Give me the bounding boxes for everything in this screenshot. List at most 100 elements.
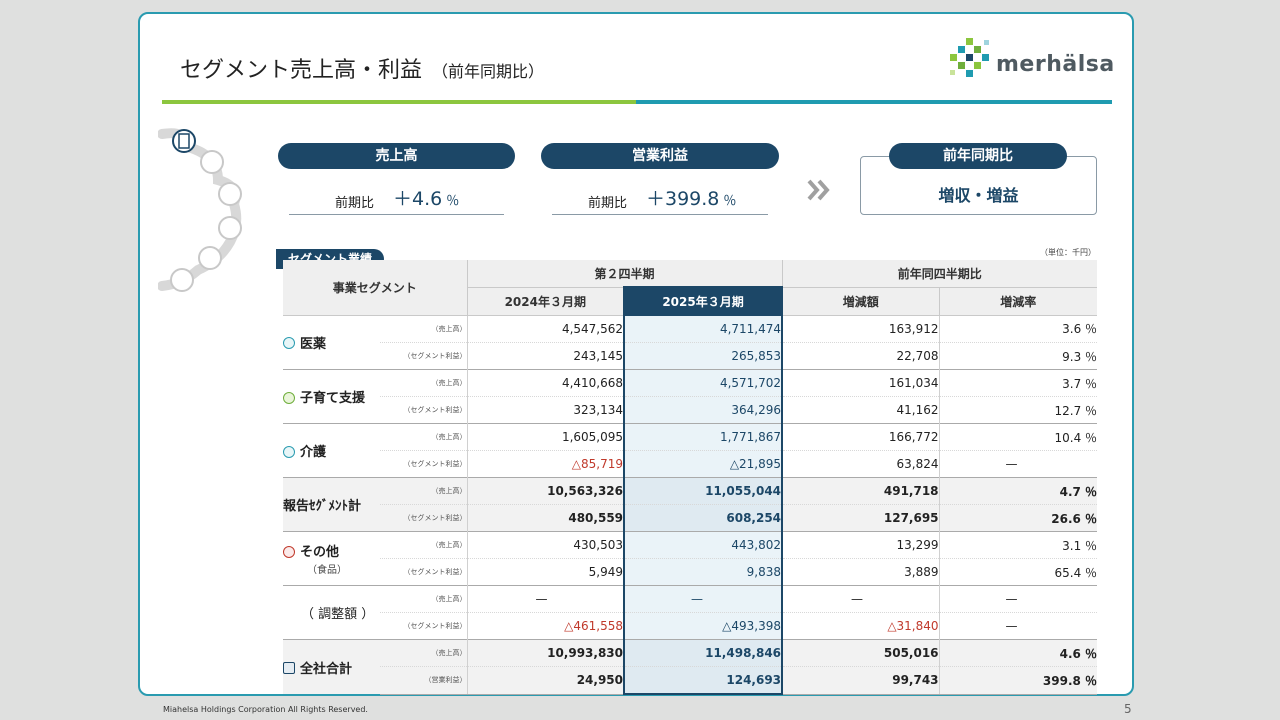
kpi-sales-number: ＋4.6 [393, 188, 443, 210]
cell-rate: 399.8 ％ [938, 666, 1098, 695]
segment-label: 医薬 [300, 336, 327, 352]
cell-rate: 12.7 ％ [938, 396, 1098, 424]
row-label-sales: （売上高） [380, 314, 468, 343]
kpi-sales-compare-label: 前期比 [335, 196, 375, 211]
cell-prev: 480,559 [466, 504, 625, 532]
unit-note: （単位：千円） [1040, 248, 1096, 257]
segment-name-other: その他 （食品） [283, 531, 380, 586]
kpi-op-income-compare-label: 前期比 [588, 196, 628, 211]
cell-cur: 9,838 [623, 558, 784, 586]
logo-wordmark: merhälsa [996, 52, 1115, 77]
segment-label: 全社合計 [300, 661, 353, 677]
table-row: 子育て支援 （売上高） 4,410,668 4,571,702 161,034 … [283, 369, 1098, 424]
cell-cur: 4,571,702 [623, 369, 784, 397]
cell-prev: 24,950 [466, 666, 625, 695]
yoy-value: 増収・増益 [938, 186, 1019, 205]
cell-prev: 4,547,562 [466, 314, 625, 343]
cell-prev: 1,605,095 [466, 423, 625, 451]
header-period-group: 第２四半期 [466, 260, 783, 288]
row-label-sales: （売上高） [380, 423, 468, 451]
kpi-op-income-number: ＋399.8 [646, 188, 720, 210]
table-row: 医薬 （売上高） 4,547,562 4,711,474 163,912 3.6… [283, 314, 1098, 370]
header-yoy-group: 前年同四半期比 [781, 260, 1098, 288]
table-row: （セグメント利益） 480,559 608,254 127,695 26.6 ％ [283, 504, 1098, 532]
table-row: （セグメント利益） 243,145 265,853 22,708 9.3 ％ [283, 342, 1098, 370]
cell-diff: 505,016 [781, 639, 940, 667]
cell-rate: 4.6 ％ [938, 639, 1098, 667]
cell-cur: — [623, 585, 784, 613]
double-chevron-right-icon [807, 179, 830, 201]
cell-diff: 13,299 [781, 531, 940, 559]
page-title: セグメント売上高・利益 （前年同期比） [180, 52, 544, 84]
table-row: （ 調整額 ） （売上高） — — — — [283, 585, 1098, 640]
row-label-sales: （売上高） [380, 369, 468, 397]
cell-cur: 4,711,474 [623, 314, 784, 343]
table-row: 報告ｾｸﾞﾒﾝﾄ計 （売上高） 10,563,326 11,055,044 49… [283, 477, 1098, 532]
building-icon [283, 662, 295, 674]
fork-knife-icon [283, 545, 295, 558]
cell-prev: 4,410,668 [466, 369, 625, 397]
cell-rate: 9.3 ％ [938, 342, 1098, 370]
segment-name-nursing: 介護 [283, 423, 380, 478]
pill-icon [200, 150, 224, 174]
cell-cur: 443,802 [623, 531, 784, 559]
cell-diff: 163,912 [781, 314, 940, 343]
wheelchair-icon [283, 445, 295, 458]
row-label-profit: （セグメント利益） [380, 342, 468, 370]
cell-diff: 63,824 [781, 450, 940, 478]
page-number: 5 [1124, 702, 1132, 716]
kpi-sales-label: 売上高 [278, 143, 515, 169]
cell-diff: 3,889 [781, 558, 940, 586]
segment-name-total: 全社合計 [283, 639, 380, 694]
table-row: （営業利益） 24,950 124,693 99,743 399.8 ％ [283, 666, 1098, 695]
table-row: その他 （食品） （売上高） 430,503 443,802 13,299 3.1… [283, 531, 1098, 586]
segment-decoration [158, 128, 242, 292]
cell-rate: — [938, 612, 1098, 640]
cell-rate: 10.4 ％ [938, 423, 1098, 451]
row-label-sales: （売上高） [380, 531, 468, 559]
cell-rate: 3.1 ％ [938, 531, 1098, 559]
table-row: 全社合計 （売上高） 10,993,830 11,498,846 505,016… [283, 639, 1098, 694]
segment-label: 介護 [300, 445, 327, 460]
row-label-opincome: （営業利益） [380, 666, 468, 695]
table-row: （セグメント利益） △461,558 △493,398 △31,840 — [283, 612, 1098, 640]
segment-name-reported: 報告ｾｸﾞﾒﾝﾄ計 [283, 477, 380, 532]
row-label-profit: （セグメント利益） [380, 558, 468, 586]
cell-cur: 11,498,846 [623, 639, 784, 667]
cell-diff: 41,162 [781, 396, 940, 424]
cell-prev: — [466, 585, 625, 613]
row-label-sales: （売上高） [380, 477, 468, 505]
cell-rate: 65.4 ％ [938, 558, 1098, 586]
header-diff: 増減額 [781, 287, 940, 316]
kpi-op-income-value: ＋399.8 ％ [646, 184, 736, 211]
title-rule-green [162, 100, 636, 104]
row-label-sales: （売上高） [380, 585, 468, 613]
cell-cur: 124,693 [623, 666, 784, 695]
wheelchair-icon [198, 246, 222, 270]
cell-diff: — [781, 585, 940, 613]
cell-rate: 26.6 ％ [938, 504, 1098, 532]
cell-rate: 3.6 ％ [938, 314, 1098, 343]
table-header-row: 事業セグメント 第２四半期 前年同四半期比 [283, 260, 1098, 316]
cell-cur: 1,771,867 [623, 423, 784, 451]
cell-cur: 11,055,044 [623, 477, 784, 505]
kpi-op-income: 前期比 ＋399.8 ％ [552, 184, 768, 215]
row-label-sales: （売上高） [380, 639, 468, 667]
cell-diff: 491,718 [781, 477, 940, 505]
child-icon [283, 391, 295, 404]
kpi-op-income-label: 営業利益 [541, 143, 779, 169]
cell-diff: 99,743 [781, 666, 940, 695]
segment-name-medical: 医薬 [283, 314, 380, 370]
segment-table: 事業セグメント 第２四半期 前年同四半期比 2024年３月期 2025年３月期 … [283, 260, 1098, 695]
cell-prev: 10,563,326 [466, 477, 625, 505]
pill-icon [283, 337, 295, 350]
header-prev-year: 2024年３月期 [466, 287, 625, 316]
cell-diff: 161,034 [781, 369, 940, 397]
yoy-label: 前年同期比 [889, 143, 1067, 169]
header-cur-year: 2025年３月期 [623, 286, 784, 316]
table-row: 介護 （売上高） 1,605,095 1,771,867 166,772 10.… [283, 423, 1098, 478]
child-icon [218, 182, 242, 206]
row-label-profit: （セグメント利益） [380, 396, 468, 424]
subtitle-text: （前年同期比） [432, 62, 545, 81]
cell-cur: △493,398 [623, 612, 784, 640]
